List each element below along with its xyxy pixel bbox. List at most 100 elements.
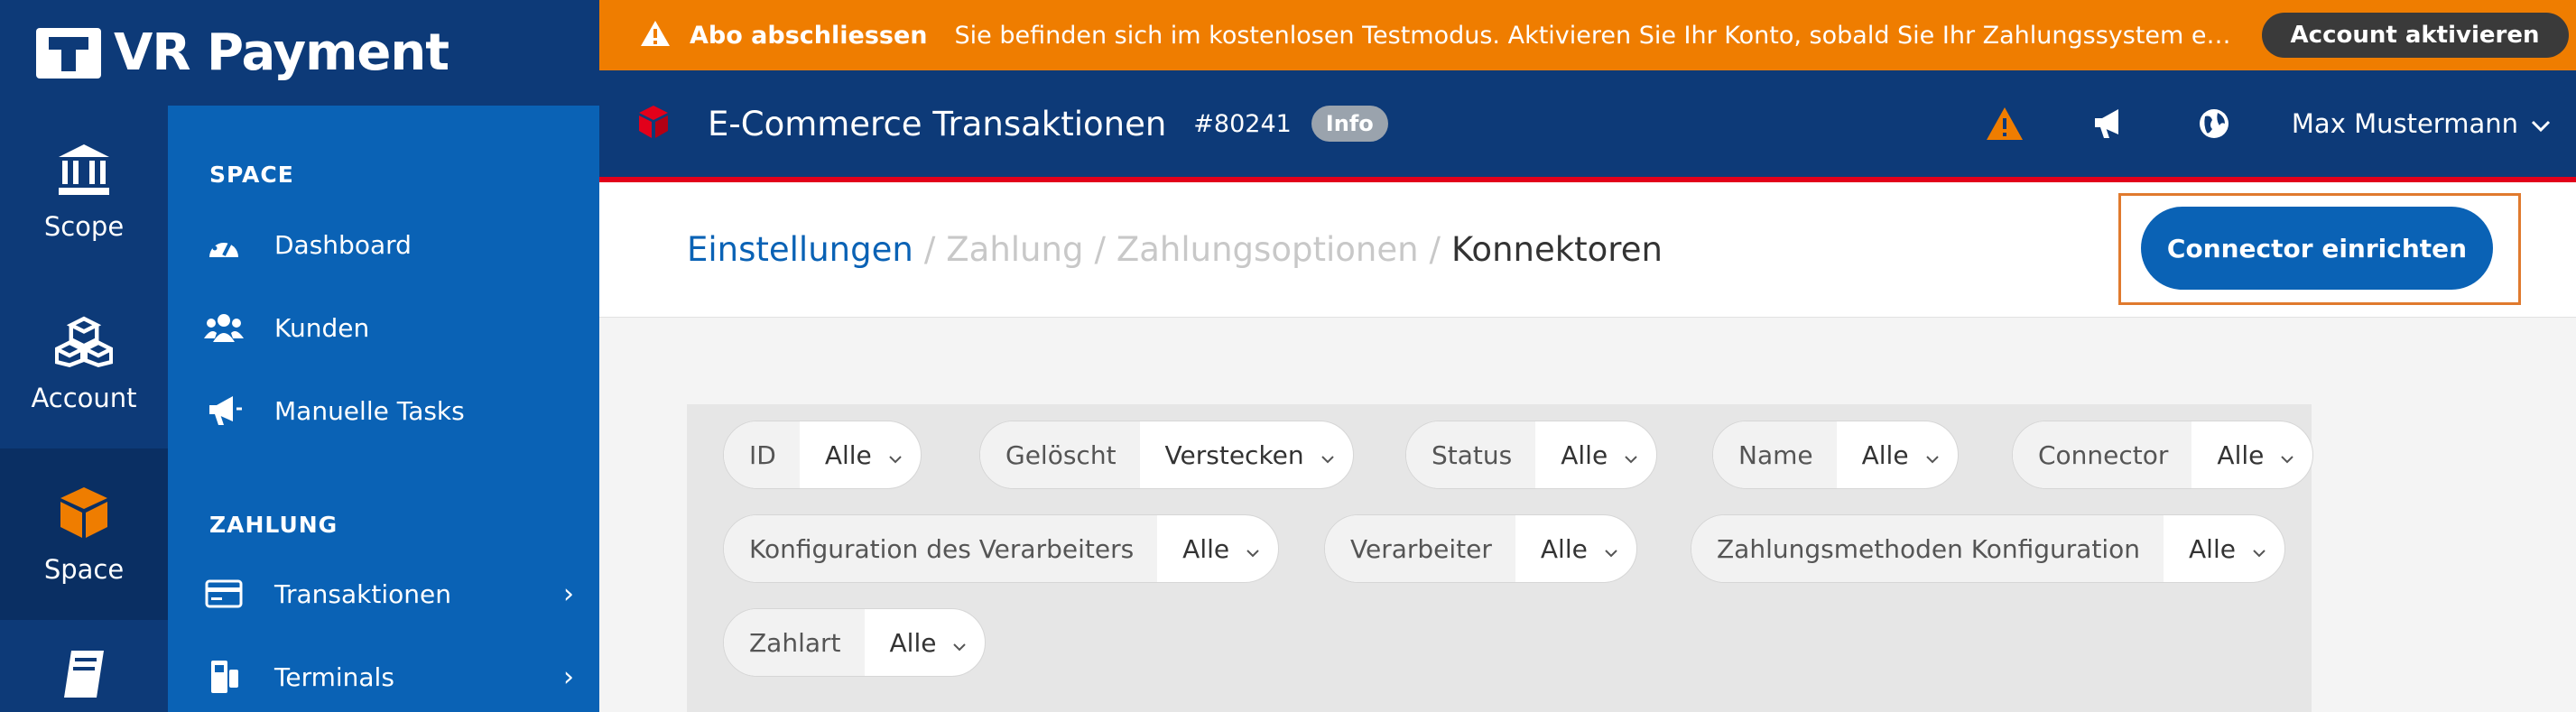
chevron-down-icon [1246, 534, 1260, 564]
chevron-down-icon [2531, 108, 2551, 139]
header-actions: Max Mustermann [1978, 97, 2576, 151]
sidebar-item-transaktionen[interactable]: Transaktionen › [204, 567, 574, 621]
breadcrumb-item-zahlungsoptionen[interactable]: Zahlungsoptionen [1117, 230, 1419, 269]
filter-key: Connector [2013, 421, 2192, 488]
filter-value-label: Alle [1540, 533, 1588, 564]
filter-konfiguration-verarbeiter[interactable]: Konfiguration des Verarbeiters Alle [723, 514, 1280, 583]
filter-connector[interactable]: Connector Alle [2012, 421, 2314, 489]
breadcrumb-item-einstellungen[interactable]: Einstellungen [687, 230, 913, 269]
sidebar-item-label: Kunden [274, 312, 370, 343]
trial-banner: Abo abschliessen Sie befinden sich im ko… [599, 0, 2576, 70]
top-header: E-Commerce Transaktionen #80241 Info Max… [599, 70, 2576, 182]
bank-icon [55, 141, 113, 199]
megaphone-icon [204, 391, 244, 430]
cube-icon [55, 484, 113, 541]
space-cube-icon [635, 104, 672, 143]
dashboard-icon [204, 225, 244, 264]
breadcrumb-bar: Einstellungen / Zahlung / Zahlungsoption… [599, 182, 2576, 318]
sidebar-item-label: Dashboard [274, 229, 412, 260]
rail-item-space[interactable]: Space [0, 448, 168, 620]
filter-key: Zahlungsmethoden Konfiguration [1691, 515, 2164, 582]
filter-panel: ID Alle Gelöscht Verstecken Status Alle … [687, 404, 2314, 712]
warning-icon [639, 19, 672, 51]
filter-value-label: Alle [1561, 439, 1608, 470]
filter-value[interactable]: Alle [1157, 534, 1278, 564]
filter-name[interactable]: Name Alle [1712, 421, 1959, 489]
breadcrumb: Einstellungen / Zahlung / Zahlungsoption… [687, 230, 1663, 269]
filter-value-label: Alle [1182, 533, 1230, 564]
warning-icon[interactable] [1978, 97, 2032, 151]
rail-label: Space [43, 554, 125, 585]
sidebar-item-terminals[interactable]: Terminals › [204, 650, 574, 704]
filter-zahlart[interactable]: Zahlart Alle [723, 608, 987, 677]
filter-value[interactable]: Alle [1535, 440, 1656, 470]
sidebar-item-manuelle-tasks[interactable]: Manuelle Tasks [204, 384, 574, 438]
filter-key: Konfiguration des Verarbeiters [724, 515, 1158, 582]
user-name: Max Mustermann [2291, 108, 2518, 139]
chevron-down-icon [888, 440, 903, 470]
breadcrumb-item-current: Konnektoren [1451, 230, 1663, 269]
sidebar-section-title: ZAHLUNG [209, 512, 338, 538]
megaphone-icon[interactable] [2082, 97, 2136, 151]
chevron-right-icon: › [563, 661, 574, 693]
cubes-icon [55, 312, 113, 370]
chevron-down-icon [1925, 440, 1940, 470]
chevron-down-icon [1320, 440, 1335, 470]
filter-value-label: Alle [2217, 439, 2265, 470]
chevron-down-icon [952, 628, 967, 658]
user-menu[interactable]: Max Mustermann [2292, 108, 2551, 139]
filter-value[interactable]: Alle [1515, 534, 1636, 564]
filter-geloescht[interactable]: Gelöscht Verstecken [979, 421, 1354, 489]
chevron-down-icon [1604, 534, 1618, 564]
sidebar-item-dashboard[interactable]: Dashboard [204, 217, 574, 272]
rail-item-scope[interactable]: Scope [0, 106, 168, 277]
brand-logo[interactable]: VR Payment [0, 0, 599, 106]
filter-key: Name [1713, 421, 1837, 488]
chevron-down-icon [1624, 440, 1638, 470]
rail-item-docs[interactable] [0, 620, 168, 712]
filter-value-label: Alle [1861, 439, 1909, 470]
chevron-down-icon [2252, 534, 2266, 564]
filter-status[interactable]: Status Alle [1405, 421, 1658, 489]
breadcrumb-separator: / [923, 230, 936, 269]
filter-value-label: Verstecken [1164, 439, 1304, 470]
filter-zahlungsmethoden-konfiguration[interactable]: Zahlungsmethoden Konfiguration Alle [1691, 514, 2285, 583]
book-icon [55, 647, 113, 705]
breadcrumb-separator: / [1094, 230, 1106, 269]
sidebar-item-kunden[interactable]: Kunden [204, 301, 574, 355]
vr-logo-icon [36, 27, 101, 79]
activate-account-button[interactable]: Account aktivieren [2261, 13, 2569, 58]
sidebar-section-title: SPACE [209, 162, 294, 188]
sidebar-item-label: Transaktionen [274, 578, 451, 609]
filter-value[interactable]: Alle [2164, 534, 2284, 564]
filter-verarbeiter[interactable]: Verarbeiter Alle [1324, 514, 1637, 583]
breadcrumb-item-zahlung[interactable]: Zahlung [946, 230, 1083, 269]
users-icon [204, 308, 244, 347]
connector-einrichten-button[interactable]: Connector einrichten [2141, 207, 2493, 290]
filter-id[interactable]: ID Alle [723, 421, 922, 489]
filter-key: Verarbeiter [1325, 515, 1515, 582]
filter-value[interactable]: Alle [865, 628, 986, 658]
banner-message: Sie befinden sich im kostenlosen Testmod… [954, 21, 2237, 50]
filter-key: Gelöscht [980, 421, 1140, 488]
banner-title: Abo abschliessen [690, 21, 928, 50]
main-content: ID Alle Gelöscht Verstecken Status Alle … [599, 318, 2576, 712]
info-badge[interactable]: Info [1311, 106, 1388, 142]
rail-label: Scope [43, 211, 125, 242]
rail-item-account[interactable]: Account [0, 277, 168, 448]
filter-value-label: Alle [2189, 533, 2236, 564]
filter-value[interactable]: Alle [2191, 440, 2312, 470]
space-title: E-Commerce Transaktionen [708, 104, 1167, 143]
filter-key: ID [724, 421, 800, 488]
filter-value[interactable]: Alle [1837, 440, 1958, 470]
sidebar-item-label: Terminals [274, 661, 394, 692]
sidebar-item-label: Manuelle Tasks [274, 395, 465, 426]
filter-value[interactable]: Verstecken [1140, 440, 1353, 470]
brand-name: VR Payment [114, 23, 449, 82]
filter-value[interactable]: Alle [800, 440, 921, 470]
rail-label: Account [31, 383, 137, 413]
filter-key: Status [1406, 421, 1536, 488]
credit-card-icon [204, 574, 244, 614]
filter-value-label: Alle [824, 439, 872, 470]
globe-icon[interactable] [2187, 97, 2241, 151]
